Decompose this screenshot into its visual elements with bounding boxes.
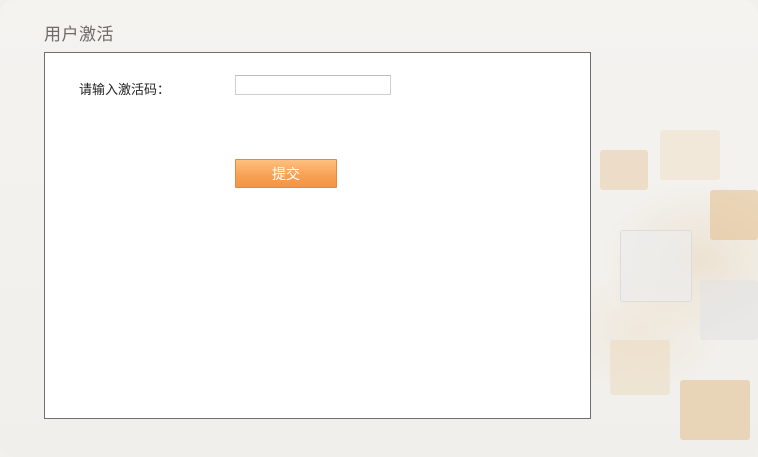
decorative-cubes-image	[590, 110, 758, 457]
submit-button[interactable]: 提交	[235, 159, 337, 188]
page-title: 用户激活	[44, 25, 114, 45]
activation-code-label: 请输入激活码：	[79, 83, 171, 98]
activation-code-input[interactable]	[235, 75, 391, 95]
activation-panel: 请输入激活码： 提交	[44, 52, 591, 419]
